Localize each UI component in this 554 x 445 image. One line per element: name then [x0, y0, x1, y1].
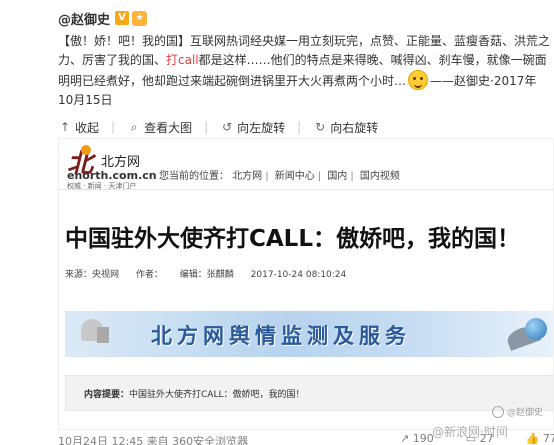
smile-emoji-icon — [408, 70, 429, 90]
article-meta: 来源：央视网 作者： 编辑：张麒麟 2017-10-24 08:10:24 — [65, 267, 360, 280]
breadcrumb-label: 您当前的位置： — [159, 171, 229, 182]
breadcrumb-item: 国内视频 — [359, 171, 400, 182]
monitor-stand-icon — [97, 327, 109, 343]
search-icon: ⌕ — [130, 119, 138, 134]
satellite-dish-icon — [497, 314, 553, 356]
article-editor: 编辑：张麒麟 — [179, 270, 234, 280]
like-count: 77 — [542, 432, 554, 445]
verified-badge-icon: V — [115, 11, 130, 25]
toolbar-divider: | — [297, 120, 302, 134]
article-summary: 内容提要：中国驻外大使齐打CALL：傲娇吧，我的国！ — [65, 375, 553, 411]
article-author: 作者： — [135, 270, 163, 280]
medal-icon[interactable]: ★ — [132, 10, 148, 26]
share-count: 190 — [412, 432, 434, 445]
summary-label: 内容提要： — [84, 390, 130, 400]
article-time: 2017-10-24 08:10:24 — [250, 270, 347, 280]
globe-icon — [525, 318, 547, 340]
collapse-label: 收起 — [75, 120, 100, 135]
header-divider — [59, 189, 553, 190]
summary-text: 中国驻外大使齐打CALL：傲娇吧，我的国！ — [129, 390, 305, 400]
collapse-arrow-icon: ↑ — [59, 120, 71, 134]
enorth-logo: 北 北方网 enorth.com.cn 权威 · 新闻 · 天津门户 — [67, 143, 157, 191]
rotate-left-label: 向左旋转 — [237, 120, 286, 135]
rotate-left-icon: ↺ — [222, 120, 233, 134]
collapse-button[interactable]: ↑ 收起 | — [58, 119, 115, 136]
post-header: @赵御史 V ★ — [58, 8, 148, 28]
breadcrumb-item: 国内 — [327, 171, 348, 182]
comment-button[interactable]: ▭ 27 — [466, 432, 510, 445]
rotate-right-label: 向右旋转 — [330, 120, 379, 135]
comment-count: 27 — [479, 432, 494, 445]
post-text: 【傲！娇！吧！我的国】互联网热词经央媒一用立刻玩完，点赞、正能量、蓝瘦香菇、洪荒… — [58, 32, 550, 110]
watermark-text: @赵御史 — [506, 408, 543, 418]
post-text-highlight: 打call — [166, 53, 199, 67]
view-large-button[interactable]: ⌕ 查看大图 | — [127, 119, 208, 136]
image-toolbar: ↑ 收起 | ⌕ 查看大图 | ↺ 向左旋转 | ↻ 向右旋转 — [58, 118, 390, 136]
rotate-right-button[interactable]: ↻ 向右旋转 — [313, 119, 378, 136]
logo-dot-icon — [81, 145, 91, 155]
article-headline: 中国驻外大使齐打CALL：傲娇吧，我的国！ — [65, 226, 520, 252]
post-meta: 10月24日 12:45 来自 360安全浏览器 — [58, 435, 249, 445]
breadcrumb: 您当前的位置： 北方网 | 新闻中心 | 国内 | 国内视频 — [159, 167, 400, 182]
rotate-right-icon: ↻ — [315, 120, 326, 134]
breadcrumb-separator: | — [350, 171, 354, 182]
like-button[interactable]: 👍 77 — [526, 432, 554, 445]
ad-banner: 北方网舆情监测及服务 — [65, 311, 553, 357]
post-image[interactable]: 北 北方网 enorth.com.cn 权威 · 新闻 · 天津门户 您当前的位… — [58, 138, 554, 430]
image-watermark: @赵御史 — [491, 405, 543, 418]
breadcrumb-separator: | — [317, 171, 322, 182]
toolbar-divider: | — [204, 120, 209, 134]
breadcrumb-separator: | — [265, 171, 269, 182]
article-source: 来源：央视网 — [65, 270, 120, 280]
post-actions: ↗ 190 ▭ 27 👍 77 — [400, 432, 554, 445]
breadcrumb-item: 新闻中心 — [274, 171, 315, 182]
share-button[interactable]: ↗ 190 — [400, 432, 450, 445]
author-name[interactable]: @赵御史 — [58, 9, 110, 28]
breadcrumb-item: 北方网 — [232, 171, 263, 182]
view-large-label: 查看大图 — [144, 120, 193, 135]
toolbar-divider: | — [111, 120, 116, 134]
logo-title: 北方网 — [101, 155, 141, 170]
rotate-left-button[interactable]: ↺ 向左旋转 | — [220, 119, 301, 136]
weibo-icon — [491, 405, 504, 418]
banner-text: 北方网舆情监测及服务 — [151, 324, 411, 348]
